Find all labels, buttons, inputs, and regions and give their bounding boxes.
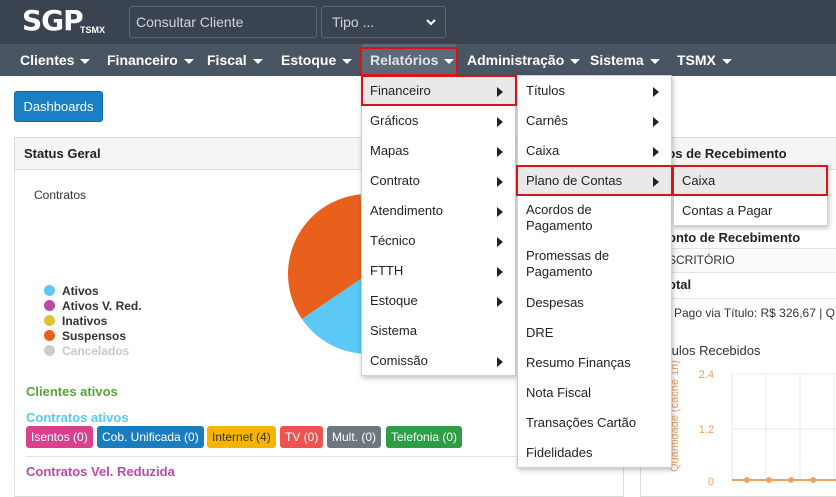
- menu-item-caixa[interactable]: Caixa: [518, 136, 671, 166]
- menu-item-plano-caixa[interactable]: Caixa: [674, 166, 827, 196]
- legend-ativos[interactable]: Ativos: [62, 284, 99, 298]
- legend-dot-inativos: [44, 315, 55, 326]
- menu-item-carnes[interactable]: Carnês: [518, 106, 671, 136]
- caret-right-icon: [653, 87, 659, 97]
- chart-point[interactable]: [744, 477, 750, 483]
- contratos-vel-reduzida-heading: Contratos Vel. Reduzida: [26, 464, 175, 479]
- caret-right-icon: [497, 267, 503, 277]
- menu-item-dre[interactable]: DRE: [518, 318, 671, 348]
- relatorios-menu: Financeiro Gráficos Mapas Contrato Atend…: [361, 75, 516, 376]
- legend-cancelados[interactable]: Cancelados: [62, 344, 129, 358]
- clientes-ativos-heading: Clientes ativos: [26, 384, 118, 399]
- legend-dot-ativos: [44, 285, 55, 296]
- chart-point[interactable]: [788, 477, 794, 483]
- caret-right-icon: [497, 177, 503, 187]
- menu-item-financeiro[interactable]: Financeiro: [362, 76, 515, 106]
- caret-right-icon: [653, 147, 659, 157]
- menu-item-transacoes-cartao[interactable]: Transações Cartão: [518, 408, 671, 438]
- legend-dot-cancelados: [44, 345, 55, 356]
- caret-right-icon: [497, 147, 503, 157]
- caret-right-icon: [497, 357, 503, 367]
- menu-item-fidelidades[interactable]: Fidelidades: [518, 438, 671, 468]
- caret-right-icon: [497, 207, 503, 217]
- badge-tv[interactable]: TV (0): [280, 426, 324, 448]
- menu-item-sistema[interactable]: Sistema: [362, 316, 515, 346]
- chart-ytick: 2.4: [699, 369, 714, 381]
- titulos-recebidos-title: tulos Recebidos: [668, 343, 761, 358]
- badge-mult[interactable]: Mult. (0): [327, 426, 382, 448]
- chart-ytick: 1.2: [699, 424, 714, 436]
- contratos-ativos-heading: Contratos ativos: [26, 410, 129, 425]
- menu-item-mapas[interactable]: Mapas: [362, 136, 515, 166]
- caret-right-icon: [497, 117, 503, 127]
- menu-item-promessas-pagamento[interactable]: Promessas de Pagamento: [518, 248, 638, 282]
- badge-telefonia[interactable]: Telefonia (0): [386, 426, 463, 448]
- chart-point[interactable]: [810, 477, 816, 483]
- legend-suspensos[interactable]: Suspensos: [62, 329, 126, 343]
- legend-inativos[interactable]: Inativos: [62, 314, 107, 328]
- caret-right-icon: [653, 117, 659, 127]
- menu-item-resumo-financas[interactable]: Resumo Finanças: [518, 348, 671, 378]
- caret-right-icon: [497, 87, 503, 97]
- ponto-recebimento-header: onto de Recebimento: [668, 230, 801, 245]
- menu-item-contas-a-pagar[interactable]: Contas a Pagar: [674, 196, 827, 226]
- caret-right-icon: [497, 237, 503, 247]
- menu-item-ftth[interactable]: FTTH: [362, 256, 515, 286]
- legend-dot-ativos-vred: [44, 300, 55, 311]
- escritorio-cell: SCRITÓRIO: [668, 253, 735, 267]
- badge-cob-unificada[interactable]: Cob. Unificada (0): [97, 426, 204, 448]
- total-pago-text: l Pago via Título: R$ 326,67 | Q: [668, 306, 835, 320]
- badge-internet[interactable]: Internet (4): [207, 426, 276, 448]
- menu-item-plano-de-contas[interactable]: Plano de Contas: [518, 166, 671, 196]
- financeiro-submenu: Títulos Carnês Caixa Plano de Contas Aco…: [517, 75, 672, 468]
- caret-right-icon: [497, 297, 503, 307]
- menu-item-atendimento[interactable]: Atendimento: [362, 196, 515, 226]
- menu-item-estoque[interactable]: Estoque: [362, 286, 515, 316]
- menu-item-acordos-pagamento[interactable]: Acordos de Pagamento: [518, 202, 638, 236]
- menu-item-titulos[interactable]: Títulos: [518, 76, 671, 106]
- menu-item-tecnico[interactable]: Técnico: [362, 226, 515, 256]
- chart-ytick: 0: [708, 476, 714, 485]
- legend-ativos-vred[interactable]: Ativos V. Red.: [62, 299, 142, 313]
- badge-isentos[interactable]: Isentos (0): [26, 426, 93, 448]
- menu-item-despesas[interactable]: Despesas: [518, 288, 671, 318]
- caret-right-icon: [653, 177, 659, 187]
- plano-de-contas-submenu: Caixa Contas a Pagar: [673, 165, 828, 226]
- chart-point[interactable]: [766, 477, 772, 483]
- menu-item-nota-fiscal[interactable]: Nota Fiscal: [518, 378, 671, 408]
- chart-grid: [731, 373, 836, 481]
- menu-item-comissao[interactable]: Comissão: [362, 346, 515, 376]
- menu-item-graficos[interactable]: Gráficos: [362, 106, 515, 136]
- menu-item-contrato[interactable]: Contrato: [362, 166, 515, 196]
- legend-dot-suspensos: [44, 330, 55, 341]
